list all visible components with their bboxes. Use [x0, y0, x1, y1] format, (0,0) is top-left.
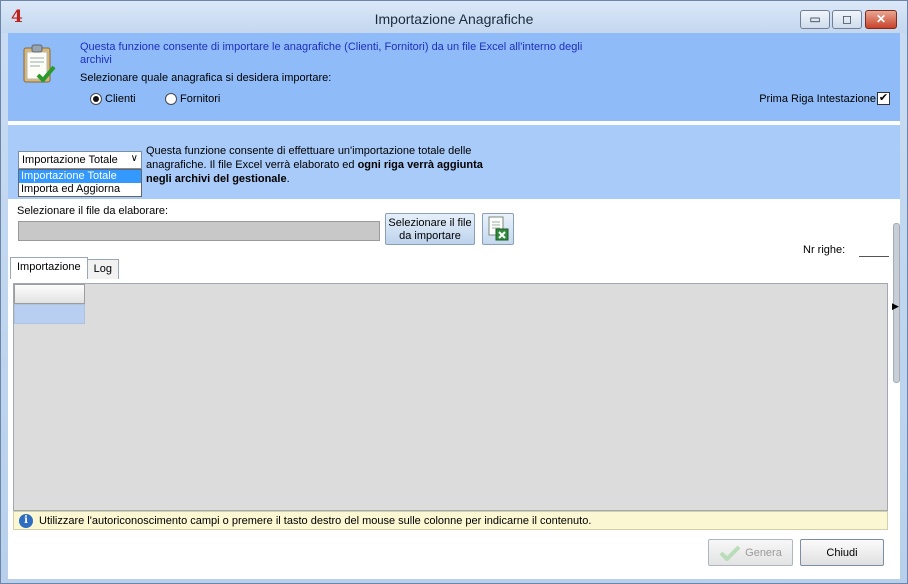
client-area: Questa funzione consente di importare le… — [8, 33, 900, 579]
close-icon: ✕ — [875, 12, 887, 26]
import-window: 4 Importazione Anagrafiche ▭ ◻ ✕ Questa … — [0, 0, 908, 584]
first-row-header-checkbox[interactable]: ✔ — [877, 92, 890, 105]
tab-log[interactable]: Log — [86, 259, 119, 279]
excel-icon — [488, 216, 509, 241]
radio-clienti[interactable]: Clienti — [90, 93, 136, 105]
checkmark-icon — [719, 545, 741, 561]
check-icon: ✔ — [878, 92, 889, 104]
dropdown-option[interactable]: Importazione Totale — [19, 170, 141, 183]
radio-fornitori[interactable]: Fornitori — [165, 93, 220, 105]
chevron-right-icon[interactable]: ▶ — [892, 301, 899, 312]
import-description: Questa funzione consente di importare le… — [80, 41, 583, 66]
grid-column-header[interactable] — [14, 284, 85, 304]
info-bar: i Utilizzare l'autoriconoscimento campi … — [13, 511, 888, 530]
import-mode-panel: Importazione Totale ∨ Importazione Total… — [8, 125, 900, 199]
select-file-button[interactable]: Selezionare il file da importare — [385, 213, 475, 245]
rows-count-label: Nr righe: — [803, 244, 846, 256]
import-mode-description: Questa funzione consente di effettuare u… — [146, 144, 506, 186]
genera-label: Genera — [745, 546, 782, 559]
file-label: Selezionare il file da elaborare: — [17, 205, 169, 217]
maximize-button[interactable]: ◻ — [832, 10, 862, 29]
data-grid[interactable] — [13, 283, 888, 511]
clipboard-check-icon — [23, 44, 56, 83]
minimize-button[interactable]: ▭ — [800, 10, 830, 29]
import-mode-dropdown: Importazione Totale Importa ed Aggiorna — [18, 169, 142, 197]
file-path-input[interactable] — [18, 221, 380, 241]
grid-row[interactable] — [14, 304, 85, 324]
first-row-header-label: Prima Riga Intestazione — [759, 93, 876, 105]
radio-clienti-label: Clienti — [105, 93, 136, 105]
maximize-icon: ◻ — [842, 12, 852, 26]
tab-strip: Importazione Log — [10, 257, 119, 279]
window-title: Importazione Anagrafiche — [374, 11, 534, 27]
radio-dot — [90, 93, 102, 105]
minimize-icon: ▭ — [809, 12, 821, 26]
info-text: Utilizzare l'autoriconoscimento campi o … — [39, 514, 592, 527]
radio-fornitori-label: Fornitori — [180, 93, 221, 105]
genera-button[interactable]: Genera — [708, 539, 793, 566]
title-bar[interactable]: 4 Importazione Anagrafiche ▭ ◻ ✕ — [1, 1, 907, 33]
chevron-down-icon: ∨ — [130, 153, 138, 164]
select-prompt: Selezionare quale anagrafica si desidera… — [80, 72, 332, 84]
excel-file-button[interactable] — [482, 213, 514, 245]
import-mode-select[interactable]: Importazione Totale ∨ — [18, 151, 142, 169]
mode-desc-end: . — [286, 173, 290, 185]
close-button[interactable]: ✕ — [865, 10, 897, 29]
chiudi-button[interactable]: Chiudi — [800, 539, 884, 566]
rows-count-value — [859, 256, 889, 257]
radio-dot — [165, 93, 177, 105]
import-mode-value: Importazione Totale — [22, 154, 118, 166]
tab-importazione[interactable]: Importazione — [10, 257, 88, 279]
dropdown-option[interactable]: Importa ed Aggiorna — [19, 183, 141, 196]
header-panel: Questa funzione consente di importare le… — [8, 33, 900, 121]
info-icon: i — [19, 513, 33, 528]
